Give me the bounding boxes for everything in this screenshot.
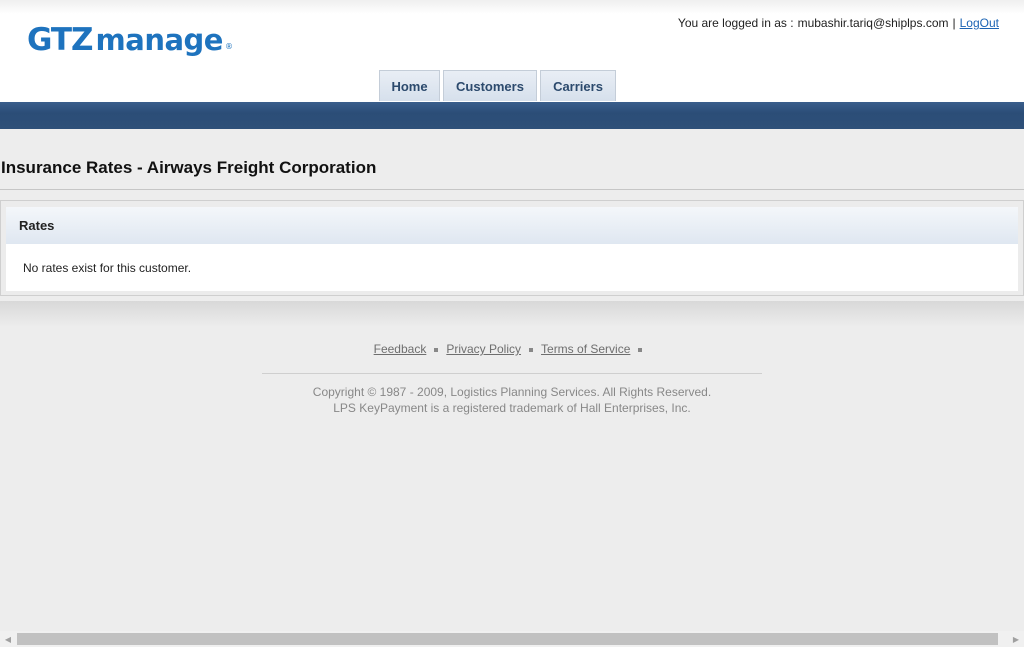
scroll-right-icon[interactable]: ▶ (1008, 631, 1024, 647)
logo-text-gtz: GTZ (27, 22, 94, 58)
page-title: Insurance Rates - Airways Freight Corpor… (1, 158, 377, 177)
footer-divider (262, 373, 762, 374)
logo-text-manage: manage (95, 23, 224, 57)
title-divider (0, 189, 1024, 190)
rates-panel-header: Rates (6, 207, 1018, 244)
rates-panel: Rates No rates exist for this customer. (0, 200, 1024, 296)
logo-registered-mark: ® (224, 42, 233, 51)
trademark-line: LPS KeyPayment is a registered trademark… (333, 401, 691, 415)
content-shadow (0, 301, 1024, 327)
copyright: Copyright © 1987 - 2009, Logistics Plann… (0, 384, 1024, 416)
feedback-link[interactable]: Feedback (374, 342, 427, 356)
nav-bar (0, 102, 1024, 129)
login-status: You are logged in as : mubashir.tariq@shi… (678, 16, 999, 30)
tab-home[interactable]: Home (379, 70, 440, 101)
gtz-manage-logo[interactable]: GTZ manage ® (27, 22, 233, 58)
bullet-icon (638, 347, 643, 352)
privacy-policy-link[interactable]: Privacy Policy (446, 342, 521, 356)
login-prefix: You are logged in as : (677, 16, 794, 30)
scrollbar-thumb[interactable] (17, 633, 998, 645)
footer-links: Feedback Privacy Policy Terms of Service (0, 342, 1024, 356)
tab-customers[interactable]: Customers (443, 70, 537, 101)
copyright-line: Copyright © 1987 - 2009, Logistics Plann… (312, 385, 712, 399)
tab-carriers[interactable]: Carriers (540, 70, 616, 101)
bullet-icon (529, 347, 534, 352)
header: GTZ manage ® You are logged in as : mubashi… (0, 0, 1024, 102)
rates-empty-message: No rates exist for this customer. (6, 244, 1018, 291)
logged-in-user: mubashir.tariq@shiplps.com (797, 16, 949, 30)
horizontal-scrollbar[interactable]: ◀ ▶ (0, 631, 1024, 647)
bullet-icon (434, 347, 439, 352)
scroll-left-icon[interactable]: ◀ (0, 631, 16, 647)
terms-of-service-link[interactable]: Terms of Service (541, 342, 630, 356)
logout-link[interactable]: LogOut (960, 16, 999, 30)
login-separator: | (952, 16, 956, 30)
